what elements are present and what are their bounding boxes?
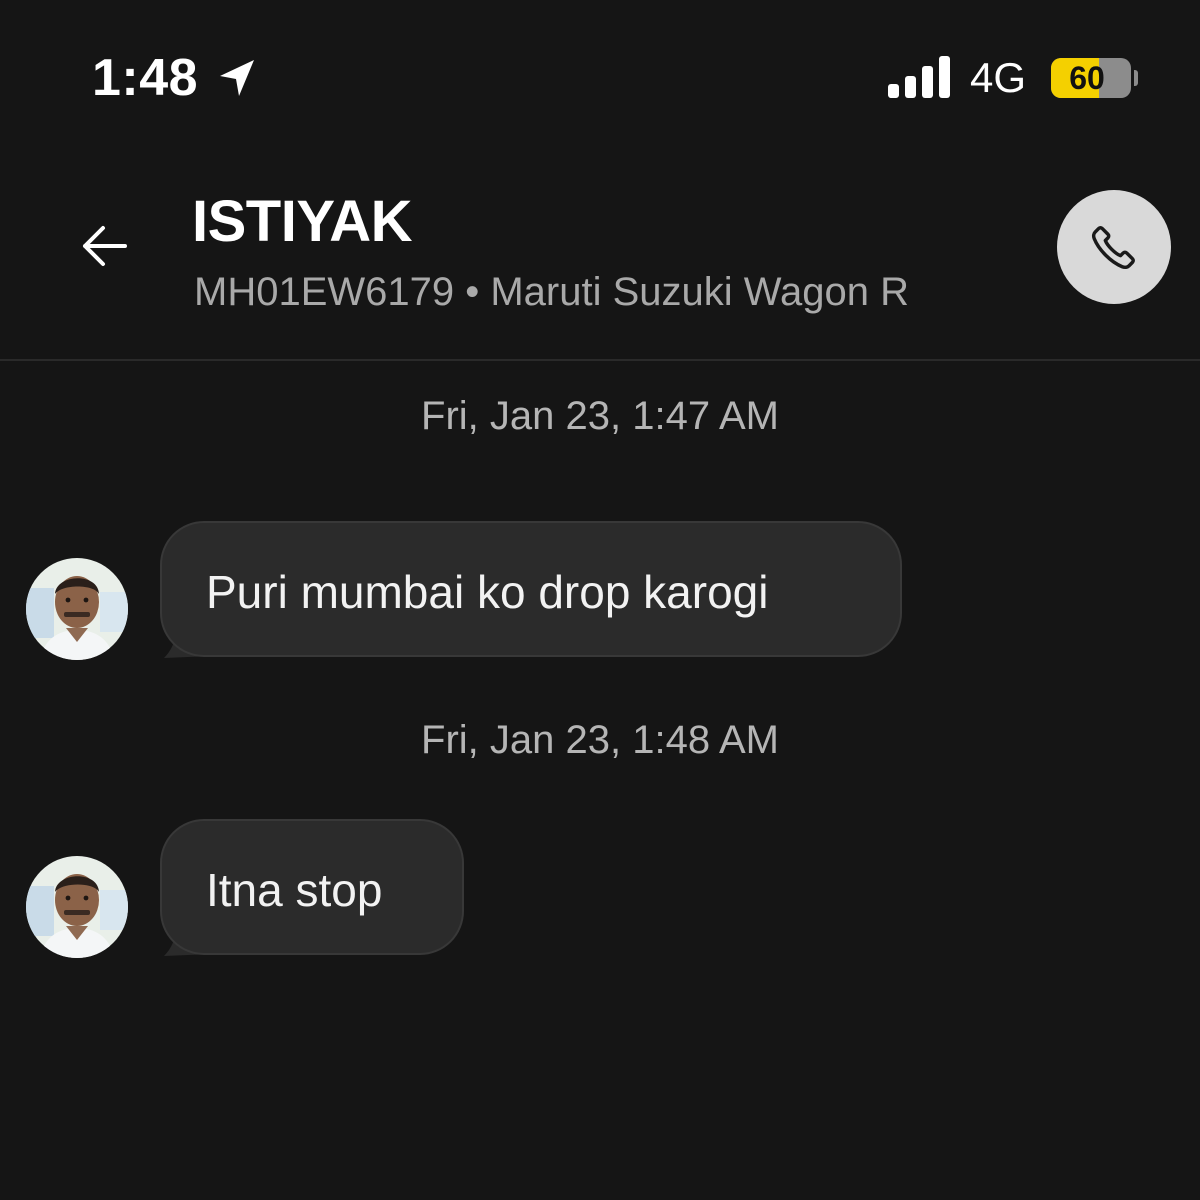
battery-terminal [1134, 70, 1138, 86]
chat-screen: 1:48 4G 60 ISTIYAK MH01EW6179 • Maruti S… [0, 0, 1200, 1200]
phone-icon [1091, 226, 1135, 270]
driver-avatar-photo [26, 558, 128, 660]
call-button[interactable] [1057, 190, 1171, 304]
status-time: 1:48 [92, 49, 199, 107]
battery-percent: 60 [1069, 60, 1105, 96]
message-timestamp: Fri, Jan 23, 1:48 AM [421, 718, 779, 762]
network-type-label: 4G [970, 54, 1027, 101]
back-button[interactable] [72, 214, 136, 278]
message-bubble[interactable]: Puri mumbai ko drop karogi [160, 521, 902, 657]
driver-avatar-photo [26, 856, 128, 958]
message-text: Itna stop [206, 864, 383, 916]
message-timestamp: Fri, Jan 23, 1:47 AM [421, 394, 779, 438]
location-arrow-icon [220, 60, 254, 96]
cellular-signal-icon [888, 56, 950, 98]
avatar[interactable] [26, 558, 128, 660]
avatar[interactable] [26, 856, 128, 958]
header-divider [0, 359, 1200, 361]
message-text: Puri mumbai ko drop karogi [206, 566, 769, 618]
battery-icon: 60 [1051, 58, 1131, 98]
back-arrow-icon [83, 226, 127, 266]
message-bubble[interactable]: Itna stop [160, 819, 464, 955]
vehicle-details: MH01EW6179 • Maruti Suzuki Wagon R [194, 270, 910, 314]
contact-name: ISTIYAK [192, 189, 412, 254]
